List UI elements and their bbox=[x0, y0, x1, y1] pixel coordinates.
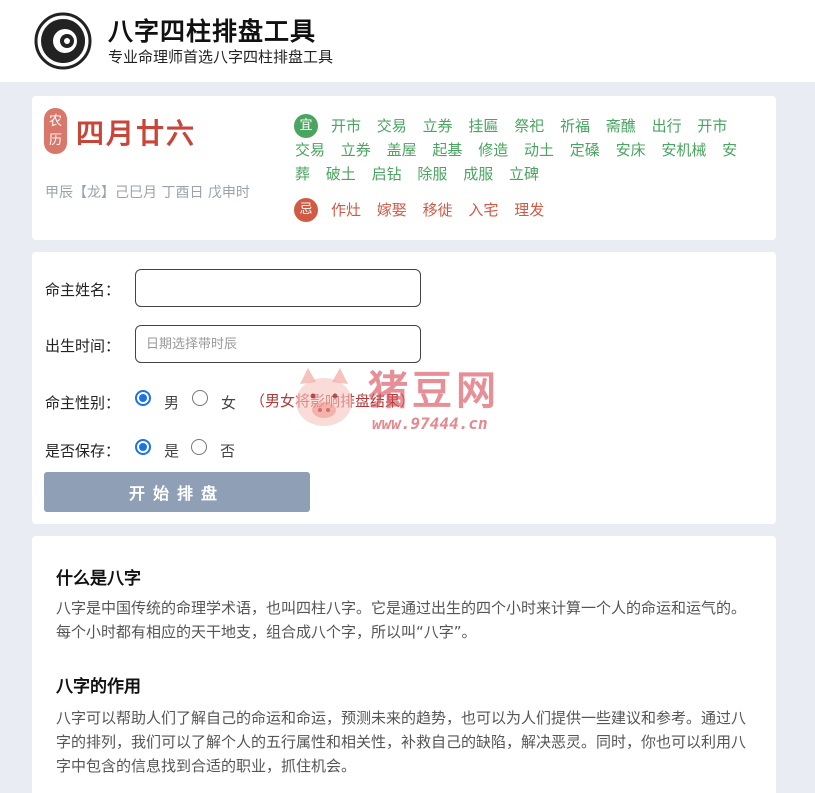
yi-item: 祭祀 bbox=[514, 117, 545, 135]
gender-female-radio[interactable] bbox=[192, 390, 208, 406]
yi-item: 祈福 bbox=[559, 117, 590, 135]
yi-item: 挂匾 bbox=[468, 117, 499, 135]
yi-item: 修造 bbox=[478, 141, 509, 159]
yi-item: 成服 bbox=[463, 165, 494, 183]
yi-item: 立券 bbox=[340, 141, 371, 159]
pig-mascot-icon bbox=[296, 368, 352, 426]
site-watermark: 猪豆网 www.97444.cn bbox=[288, 358, 538, 438]
ji-item: 入宅 bbox=[468, 201, 499, 219]
ji-item: 理发 bbox=[514, 201, 545, 219]
yi-list: 开市 交易 立券 挂匾 祭祀 祈福 斋醮 出行 开市 交易 立券 盖屋 起基 修… bbox=[295, 114, 755, 186]
save-no-radio[interactable] bbox=[191, 439, 207, 455]
section-heading-bazi-purpose: 八字的作用 bbox=[56, 677, 141, 697]
yi-item: 斋醮 bbox=[605, 117, 636, 135]
gender-male-radio[interactable] bbox=[135, 390, 151, 406]
save-no-label: 否 bbox=[220, 442, 236, 460]
yi-item: 立碑 bbox=[508, 165, 539, 183]
name-input[interactable] bbox=[135, 269, 421, 307]
section-text-bazi-purpose: 八字可以帮助人们了解自己的命运和命运，预测未来的趋势，也可以为人们提供一些建议和… bbox=[56, 709, 747, 775]
yi-item: 定磉 bbox=[569, 141, 600, 159]
save-yes-radio[interactable] bbox=[135, 439, 151, 455]
section-text-what-is-bazi: 八字是中国传统的命理学术语，也叫四柱八字。它是通过出生的四个小时来计算一个人的命… bbox=[56, 599, 747, 641]
yi-item: 交易 bbox=[295, 141, 326, 159]
gender-male-label: 男 bbox=[164, 394, 180, 412]
lunar-date: 四月廿六 bbox=[76, 117, 197, 150]
app-title: 八字四柱排盘工具 bbox=[108, 17, 317, 46]
yi-item: 开市 bbox=[697, 117, 728, 135]
start-bazi-button[interactable]: 开始排盘 bbox=[44, 472, 310, 512]
ji-item: 嫁娶 bbox=[376, 201, 407, 219]
yi-item: 盖屋 bbox=[386, 141, 417, 159]
ji-item: 移徙 bbox=[422, 201, 453, 219]
ji-list: 作灶 嫁娶 移徙 入宅 理发 bbox=[331, 198, 555, 222]
app-header: 八字四柱排盘工具 专业命理师首选八字四柱排盘工具 bbox=[0, 0, 815, 82]
name-label: 命主姓名： bbox=[45, 281, 121, 299]
section-heading-what-is-bazi: 什么是八字 bbox=[56, 569, 141, 589]
yi-item: 立券 bbox=[422, 117, 453, 135]
yi-item: 除服 bbox=[417, 165, 448, 183]
watermark-title: 猪豆网 bbox=[368, 368, 500, 414]
info-card: 什么是八字 八字是中国传统的命理学术语，也叫四柱八字。它是通过出生的四个小时来计… bbox=[32, 536, 776, 793]
watermark-url: www.97444.cn bbox=[372, 414, 488, 433]
yi-item: 破土 bbox=[325, 165, 356, 183]
yi-item: 开市 bbox=[331, 117, 362, 135]
ganzhi-text: 甲辰【龙】己巳月 丁酉日 戊申时 bbox=[45, 185, 250, 201]
save-yes-label: 是 bbox=[164, 442, 180, 460]
ji-item: 作灶 bbox=[331, 201, 362, 219]
gender-label: 命主性别： bbox=[45, 394, 121, 412]
almanac-card: 农历 四月廿六 甲辰【龙】己巳月 丁酉日 戊申时 宜 开市 交易 立券 挂匾 祭… bbox=[32, 96, 776, 240]
yi-item: 出行 bbox=[651, 117, 682, 135]
yi-item: 安床 bbox=[615, 141, 646, 159]
lunar-badge: 农历 bbox=[44, 108, 67, 154]
save-label: 是否保存： bbox=[45, 442, 121, 460]
ji-badge: 忌 bbox=[294, 198, 318, 222]
yi-item: 启钻 bbox=[371, 165, 402, 183]
app-subtitle: 专业命理师首选八字四柱排盘工具 bbox=[108, 48, 334, 66]
yi-item: 交易 bbox=[376, 117, 407, 135]
yi-item: 起基 bbox=[432, 141, 463, 159]
birth-time-label: 出生时间： bbox=[45, 337, 121, 355]
yi-item: 安机械 bbox=[661, 141, 707, 159]
app-logo-icon bbox=[34, 12, 92, 70]
gender-female-label: 女 bbox=[221, 394, 237, 412]
yi-item: 动土 bbox=[523, 141, 554, 159]
